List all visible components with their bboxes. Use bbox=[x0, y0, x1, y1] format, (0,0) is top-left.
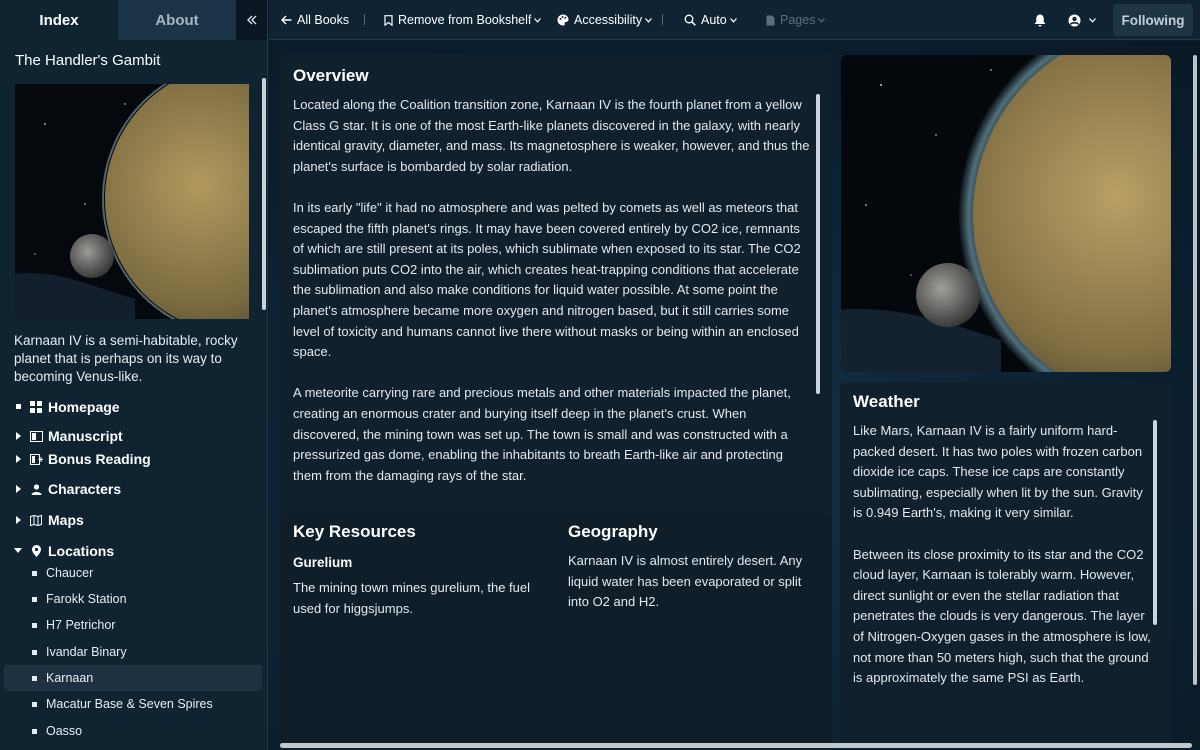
page-vertical-scrollbar[interactable] bbox=[1193, 55, 1197, 685]
location-item-chaucer[interactable]: Chaucer bbox=[0, 560, 267, 586]
sidebar-scrollbar[interactable] bbox=[262, 78, 266, 310]
sidebar-item-label: Maps bbox=[48, 512, 84, 528]
user-menu-button[interactable] bbox=[1068, 0, 1096, 40]
sidebar-tabs: Index About bbox=[0, 0, 267, 40]
book-icon bbox=[29, 430, 43, 442]
person-icon bbox=[31, 483, 41, 495]
collapse-sidebar-button[interactable] bbox=[236, 0, 267, 40]
bullet-icon bbox=[16, 404, 21, 409]
caret-right-icon bbox=[16, 485, 21, 493]
overview-paragraph: Located along the Coalition transition z… bbox=[293, 97, 810, 174]
book-title: The Handler's Gambit bbox=[15, 52, 161, 69]
bullet-icon bbox=[32, 701, 37, 707]
weather-paragraph: Like Mars, Karnaan IV is a fairly unifor… bbox=[853, 423, 1143, 521]
sidebar-item-label: Characters bbox=[48, 481, 122, 497]
toolbar-divider bbox=[662, 14, 663, 25]
weather-title: Weather bbox=[853, 392, 920, 411]
book-plus-icon bbox=[29, 453, 43, 465]
sidebar-item-label: Homepage bbox=[48, 399, 120, 415]
weather-card: Weather Like Mars, Karnaan IV is a fairl… bbox=[840, 382, 1171, 750]
bullet-icon bbox=[32, 570, 37, 576]
resource-name: Gurelium bbox=[293, 555, 353, 570]
chevron-down-icon bbox=[645, 17, 653, 23]
details-section bbox=[280, 514, 832, 750]
sidebar: Index About The Handler's Gambit Karnaan… bbox=[0, 0, 268, 750]
overview-title: Overview bbox=[293, 66, 369, 85]
caret-down-icon bbox=[14, 548, 22, 553]
page-horizontal-scrollbar[interactable] bbox=[280, 743, 1192, 748]
top-toolbar: All Books Remove from Bookshelf Accessib… bbox=[269, 0, 1200, 40]
tab-about[interactable]: About bbox=[118, 0, 236, 40]
chevron-down-icon bbox=[818, 17, 826, 23]
double-chevron-left-icon bbox=[247, 15, 257, 25]
location-item-ivandar-binary[interactable]: Ivandar Binary bbox=[0, 639, 267, 665]
planet-image bbox=[841, 55, 1171, 372]
arrow-left-icon bbox=[281, 15, 292, 25]
location-item-h7-petrichor[interactable]: H7 Petrichor bbox=[0, 612, 267, 638]
user-circle-icon bbox=[1068, 14, 1081, 26]
sidebar-item-characters[interactable]: Characters bbox=[0, 476, 267, 502]
bullet-icon bbox=[32, 675, 37, 681]
tab-index[interactable]: Index bbox=[0, 0, 118, 40]
sidebar-item-label: Manuscript bbox=[48, 428, 123, 444]
key-resources-text: The mining town mines gurelium, the fuel… bbox=[293, 580, 531, 616]
location-item-macatur-base[interactable]: Macatur Base & Seven Spires bbox=[0, 691, 267, 717]
grid-icon bbox=[30, 401, 42, 413]
location-item-farokk-station[interactable]: Farokk Station bbox=[0, 586, 267, 612]
sidebar-item-bonus-reading[interactable]: Bonus Reading bbox=[0, 446, 267, 472]
pages-dropdown[interactable]: Pages bbox=[766, 0, 826, 40]
location-item-oasso[interactable]: Oasso bbox=[0, 718, 267, 744]
sidebar-item-maps[interactable]: Maps bbox=[0, 507, 267, 533]
zoom-dropdown[interactable]: Auto bbox=[684, 0, 737, 40]
geography-text: Karnaan IV is almost entirely desert. An… bbox=[568, 553, 803, 610]
weather-paragraph: Between its close proximity to its star … bbox=[853, 546, 1151, 686]
chevron-down-icon bbox=[534, 17, 542, 23]
overview-card: Overview Located along the Coalition tra… bbox=[280, 54, 832, 514]
bullet-icon bbox=[32, 596, 37, 602]
weather-body: Like Mars, Karnaan IV is a fairly unifor… bbox=[853, 421, 1155, 709]
toolbar-divider bbox=[364, 14, 365, 25]
bullet-icon bbox=[32, 649, 37, 655]
zoom-icon bbox=[684, 14, 696, 26]
all-books-button[interactable]: All Books bbox=[281, 0, 349, 40]
following-button[interactable]: Following bbox=[1113, 4, 1193, 36]
bullet-icon bbox=[32, 728, 37, 734]
notifications-button[interactable] bbox=[1034, 0, 1051, 40]
sidebar-item-homepage[interactable]: Homepage bbox=[0, 394, 267, 420]
file-icon bbox=[766, 15, 775, 25]
planet-thumbnail bbox=[15, 84, 249, 319]
chevron-down-icon bbox=[729, 17, 737, 23]
map-pin-icon bbox=[31, 545, 41, 557]
geography-title: Geography bbox=[568, 522, 658, 541]
book-description: Karnaan IV is a semi-habitable, rocky pl… bbox=[14, 333, 238, 384]
overview-body: Located along the Coalition transition z… bbox=[293, 95, 813, 507]
key-resources-title: Key Resources bbox=[293, 522, 416, 541]
overview-scrollbar[interactable] bbox=[816, 94, 820, 394]
weather-scrollbar[interactable] bbox=[1153, 420, 1157, 625]
location-item-karnaan[interactable]: Karnaan bbox=[4, 665, 262, 691]
overview-paragraph: In its early "life" it had no atmosphere… bbox=[293, 199, 801, 360]
sidebar-item-label: Locations bbox=[48, 543, 115, 559]
chevron-down-icon bbox=[1089, 17, 1096, 23]
palette-icon bbox=[557, 14, 569, 26]
bullet-icon bbox=[32, 622, 37, 628]
bookmark-icon bbox=[384, 14, 393, 26]
overview-paragraph: A meteorite carrying rare and precious m… bbox=[293, 385, 791, 483]
accessibility-dropdown[interactable]: Accessibility bbox=[557, 0, 653, 40]
caret-right-icon bbox=[16, 516, 21, 524]
map-icon bbox=[30, 514, 42, 526]
bell-icon bbox=[1034, 14, 1046, 27]
caret-right-icon bbox=[16, 432, 21, 440]
remove-from-bookshelf-button[interactable]: Remove from Bookshelf bbox=[384, 0, 542, 40]
sidebar-item-label: Bonus Reading bbox=[48, 451, 151, 467]
caret-right-icon bbox=[16, 455, 21, 463]
